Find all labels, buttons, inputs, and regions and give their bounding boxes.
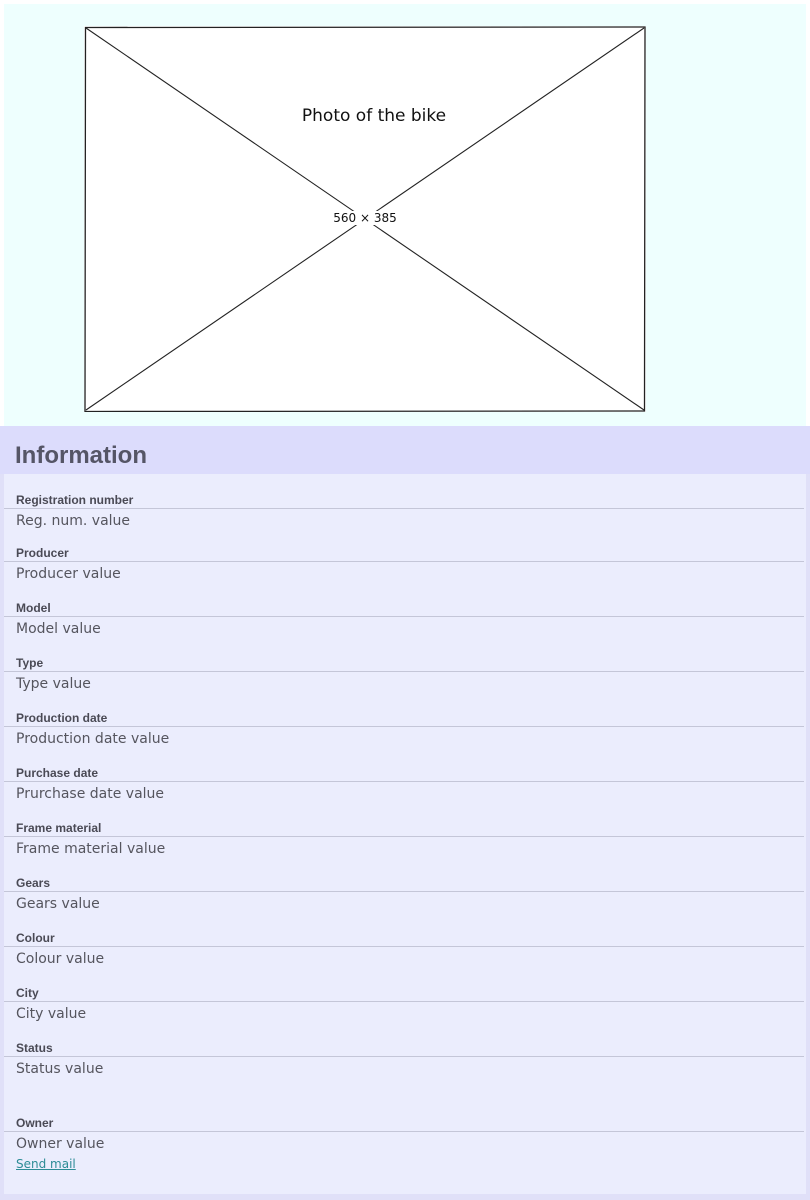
send-mail-link[interactable]: Send mail bbox=[16, 1157, 76, 1171]
field-value: Type value bbox=[16, 676, 91, 692]
information-body: Registration number Reg. num. value Prod… bbox=[4, 474, 806, 1194]
field-divider bbox=[4, 1001, 804, 1002]
field-divider bbox=[4, 836, 804, 837]
field-label: Owner bbox=[16, 1116, 54, 1130]
field-value: Frame material value bbox=[16, 841, 166, 857]
field-value: City value bbox=[16, 1006, 87, 1022]
field-value: Model value bbox=[16, 621, 101, 637]
field-divider bbox=[4, 946, 804, 947]
information-panel: Information Registration number Reg. num… bbox=[0, 426, 810, 1200]
field-label: Model bbox=[16, 601, 51, 615]
field-label: Type bbox=[16, 656, 44, 670]
field-value: Colour value bbox=[16, 951, 105, 967]
field-label: Purchase date bbox=[16, 766, 99, 780]
field-value: Reg. num. value bbox=[16, 513, 131, 529]
field-label: Frame material bbox=[16, 821, 102, 835]
field-label: Production date bbox=[16, 711, 108, 725]
field-divider bbox=[4, 1056, 804, 1057]
photo-caption: Photo of the bike bbox=[301, 106, 447, 126]
field-divider bbox=[4, 891, 804, 892]
field-label: Colour bbox=[16, 931, 55, 945]
bike-detail-page: Photo of the bike 560 × 385 Information … bbox=[0, 0, 810, 1200]
field-divider bbox=[4, 508, 804, 509]
field-value: Gears value bbox=[16, 896, 100, 912]
field-value: Producer value bbox=[16, 566, 121, 582]
photo-section: Photo of the bike 560 × 385 bbox=[4, 4, 806, 426]
field-divider bbox=[4, 726, 804, 727]
photo-dimensions: 560 × 385 bbox=[332, 211, 398, 225]
field-value: Owner value bbox=[16, 1136, 105, 1152]
information-header: Information bbox=[0, 426, 810, 474]
field-label: Status bbox=[16, 1041, 53, 1055]
field-divider bbox=[4, 616, 804, 617]
field-label: Registration number bbox=[16, 493, 134, 507]
field-divider bbox=[4, 781, 804, 782]
bike-photo-placeholder: Photo of the bike 560 × 385 bbox=[84, 26, 646, 412]
field-value: Status value bbox=[16, 1061, 104, 1077]
field-divider bbox=[4, 561, 804, 562]
field-label: Producer bbox=[16, 546, 69, 560]
field-value: Production date value bbox=[16, 731, 170, 747]
information-title: Information bbox=[15, 442, 147, 469]
field-divider bbox=[4, 671, 804, 672]
field-divider bbox=[4, 1131, 804, 1132]
field-label: Gears bbox=[16, 876, 51, 890]
field-label: City bbox=[16, 986, 39, 1000]
field-value: Prurchase date value bbox=[16, 786, 165, 802]
